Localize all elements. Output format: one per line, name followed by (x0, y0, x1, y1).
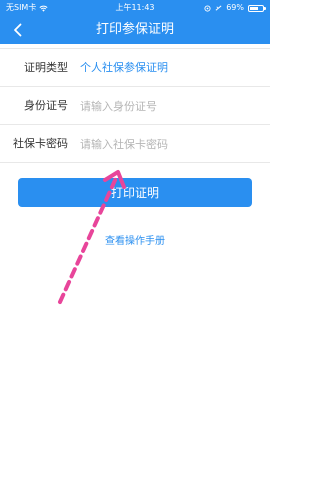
view-manual-link[interactable]: 查看操作手册 (0, 232, 270, 247)
location-icon (204, 4, 211, 12)
form-row-card-password: 社保卡密码 (0, 125, 270, 163)
id-number-input[interactable] (78, 96, 260, 116)
card-password-input[interactable] (78, 134, 260, 154)
card-password-label: 社保卡密码 (13, 137, 68, 150)
print-certificate-button[interactable]: 打印证明 (18, 178, 252, 207)
battery-icon (248, 4, 266, 12)
certificate-type-label: 证明类型 (24, 61, 68, 74)
page-title: 打印参保证明 (95, 22, 174, 37)
id-number-label: 身份证号 (24, 99, 68, 112)
chevron-left-icon (14, 23, 22, 37)
form-row-id-number: 身份证号 (0, 87, 270, 125)
back-button[interactable] (8, 20, 28, 40)
status-right: 69% (204, 0, 266, 16)
certificate-form: 证明类型 个人社保参保证明 身份证号 社保卡密码 (0, 48, 270, 163)
alarm-icon (215, 4, 222, 11)
battery-fill (250, 6, 259, 10)
nav-bar: 打印参保证明 (0, 16, 270, 44)
status-bar: 无SIM卡 上午11:43 69% (0, 0, 270, 16)
app-header: 无SIM卡 上午11:43 69% 打印参保证明 (0, 0, 270, 44)
battery-percent: 69% (226, 3, 244, 12)
certificate-type-value[interactable]: 个人社保参保证明 (80, 49, 260, 87)
form-row-certificate-type[interactable]: 证明类型 个人社保参保证明 (0, 49, 270, 87)
